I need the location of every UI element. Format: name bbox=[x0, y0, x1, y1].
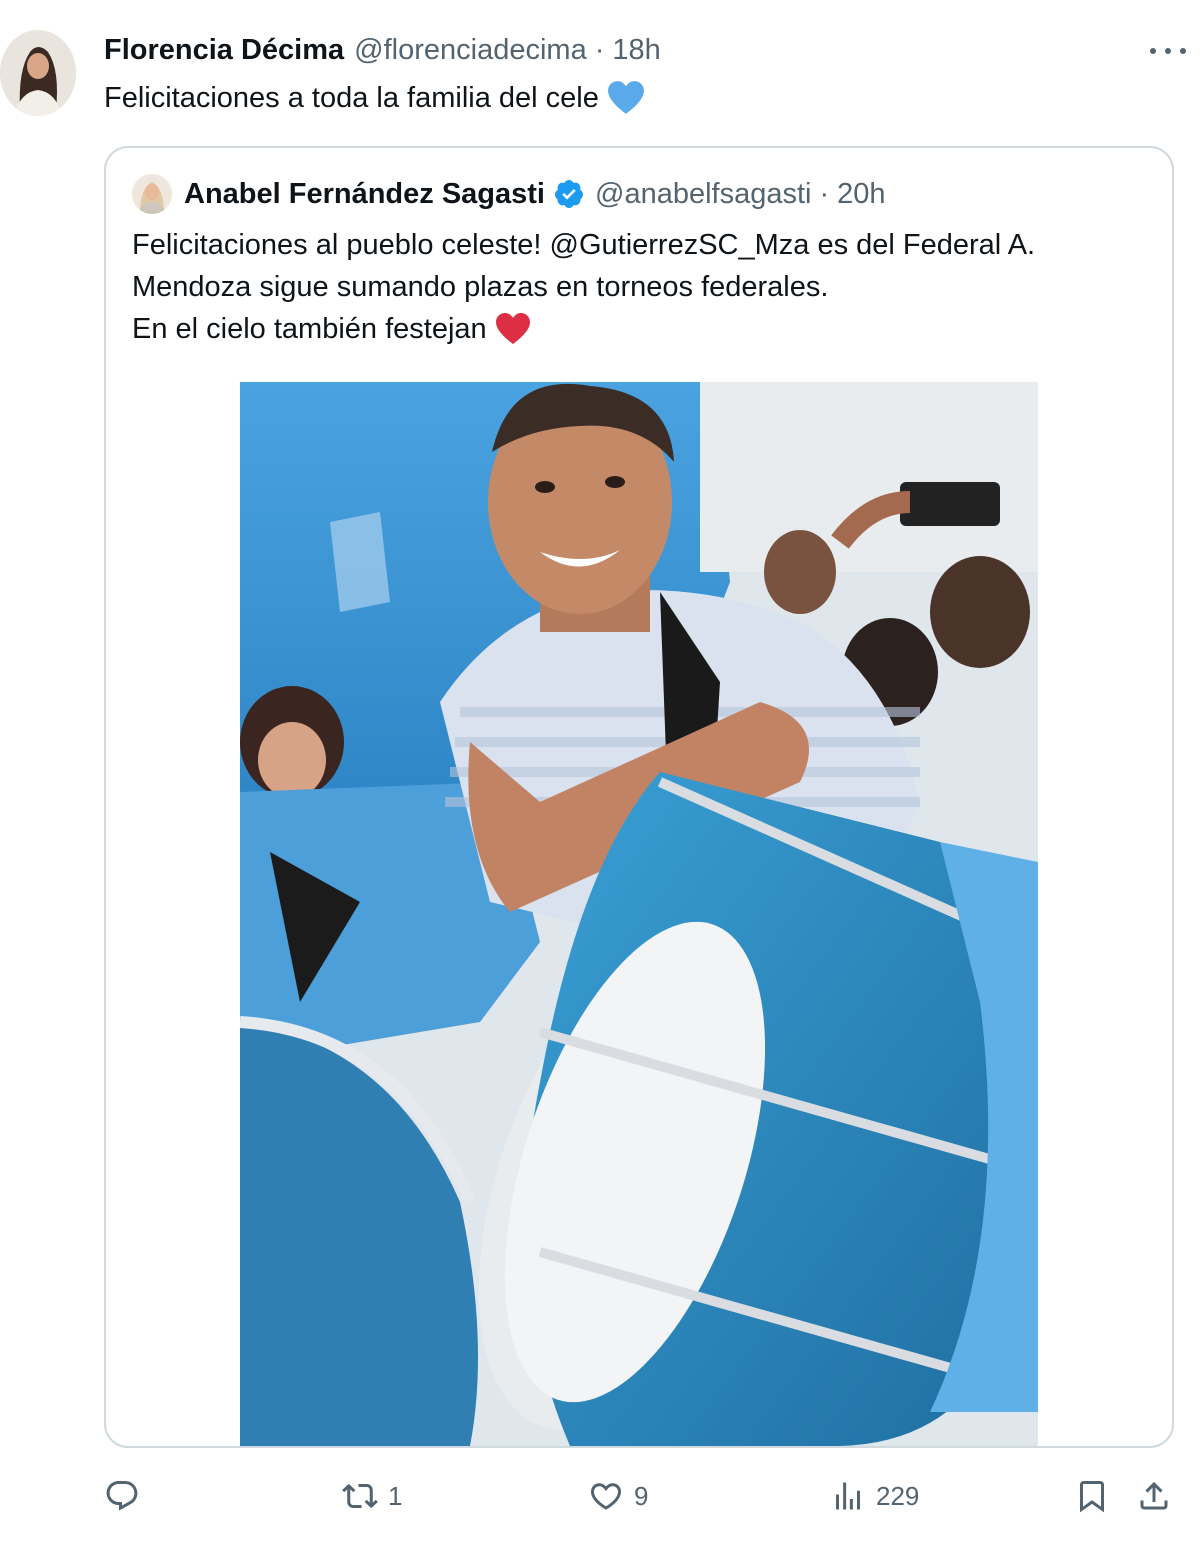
quoted-line-1-prefix: Felicitaciones al pueblo celeste! bbox=[132, 229, 550, 261]
quoted-text: Felicitaciones al pueblo celeste! @Gutie… bbox=[132, 224, 1035, 350]
tweet-header: Florencia Décima @florenciadecima · 18h bbox=[104, 30, 661, 70]
separator: · bbox=[594, 33, 605, 66]
quoted-tweet[interactable]: Anabel Fernández Sagasti @anabelfsagasti… bbox=[104, 146, 1174, 1448]
quoted-header: Anabel Fernández Sagasti @anabelfsagasti… bbox=[132, 174, 886, 214]
author-avatar[interactable] bbox=[0, 30, 76, 116]
quoted-avatar bbox=[132, 174, 172, 214]
red-heart-icon bbox=[495, 313, 530, 344]
bookmark-icon bbox=[1080, 1481, 1104, 1513]
verified-badge-icon bbox=[554, 180, 583, 208]
quoted-time: 20h bbox=[837, 177, 886, 210]
retweet-count: 1 bbox=[388, 1480, 403, 1511]
tweet-text-content: Felicitaciones a toda la familia del cel… bbox=[104, 82, 599, 114]
share-icon bbox=[1140, 1481, 1168, 1510]
more-options-icon[interactable] bbox=[1150, 36, 1186, 66]
like-count: 9 bbox=[634, 1480, 649, 1511]
reply-icon bbox=[106, 1481, 138, 1511]
author-handle[interactable]: @florenciadecima bbox=[354, 34, 587, 67]
mention-link[interactable]: @GutierrezSC_Mza bbox=[550, 224, 810, 266]
blue-heart-icon bbox=[607, 81, 644, 114]
author-name[interactable]: Florencia Décima bbox=[104, 34, 344, 67]
tweet-photo[interactable] bbox=[240, 382, 1038, 1446]
views-button[interactable]: 229 bbox=[830, 1476, 919, 1516]
quoted-author-name: Anabel Fernández Sagasti bbox=[184, 177, 545, 210]
quoted-line-3: En el cielo también festejan bbox=[132, 308, 1035, 350]
like-heart-icon bbox=[590, 1483, 622, 1510]
share-button[interactable] bbox=[1136, 1476, 1172, 1516]
quoted-line-2: Mendoza sigue sumando plazas en torneos … bbox=[132, 271, 829, 303]
views-count: 229 bbox=[876, 1480, 920, 1511]
tweet-time[interactable]: 18h bbox=[612, 34, 660, 67]
retweet-button[interactable]: 1 bbox=[342, 1476, 402, 1516]
views-chart-icon bbox=[836, 1482, 860, 1510]
quoted-line-1-suffix: es del Federal A. bbox=[809, 229, 1036, 261]
tweet-text: Felicitaciones a toda la familia del cel… bbox=[104, 78, 645, 118]
reply-button[interactable] bbox=[104, 1476, 150, 1516]
action-bar: 1 9 229 bbox=[0, 1470, 1200, 1520]
retweet-icon bbox=[342, 1483, 378, 1509]
like-button[interactable]: 9 bbox=[588, 1476, 648, 1516]
separator: · bbox=[819, 177, 830, 210]
quoted-author-handle: @anabelfsagasti bbox=[595, 177, 812, 210]
quoted-line-3-text: En el cielo también festejan bbox=[132, 313, 487, 345]
quoted-line-1: Felicitaciones al pueblo celeste! @Gutie… bbox=[132, 224, 1035, 266]
bookmark-button[interactable] bbox=[1074, 1476, 1110, 1516]
